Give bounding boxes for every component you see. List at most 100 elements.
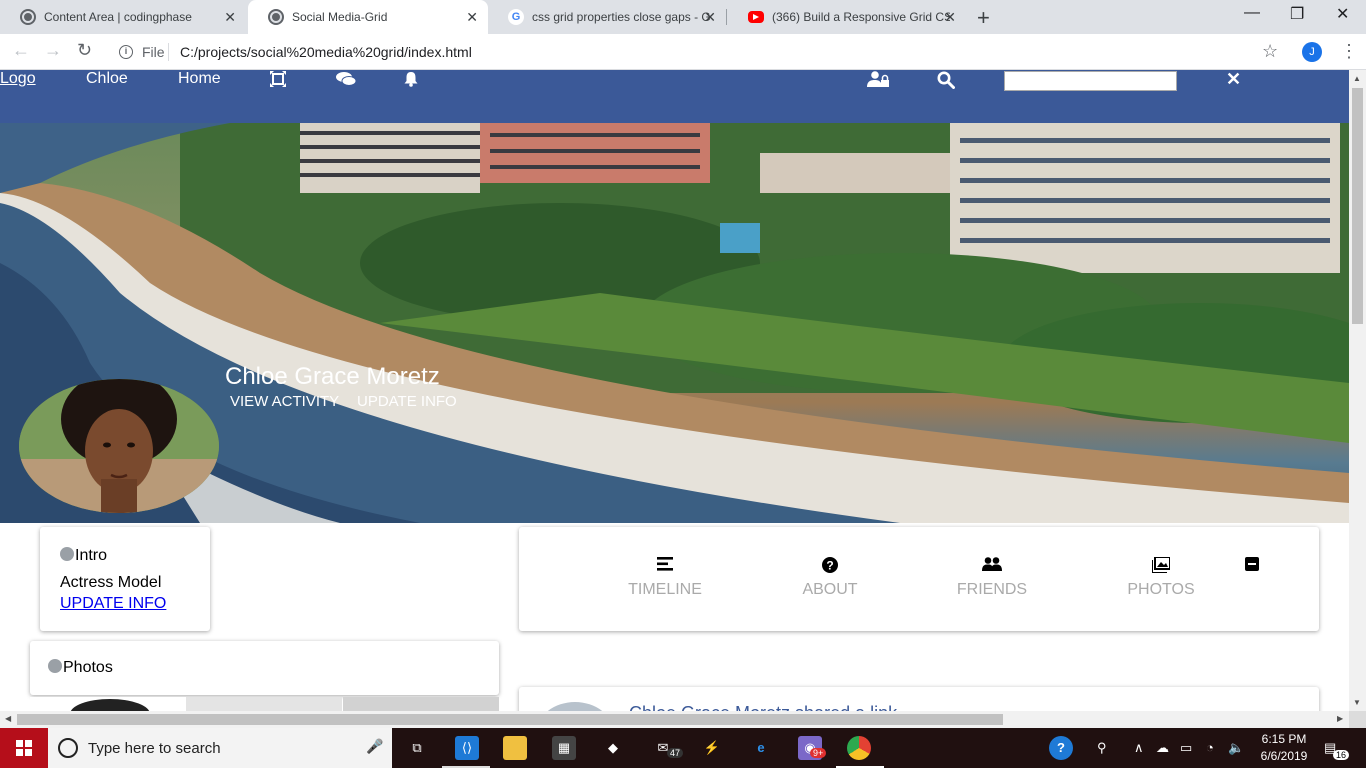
taskbar-search-placeholder: Type here to search <box>88 740 221 757</box>
users-icon <box>932 557 1052 575</box>
tab-label: FRIENDS <box>956 581 1028 598</box>
browser-tab[interactable]: (366) Build a Responsive Grid CSS ✕ <box>728 0 966 34</box>
minus-square-icon[interactable] <box>1245 557 1259 571</box>
scroll-up-icon[interactable]: ▲ <box>1353 74 1361 83</box>
reload-icon[interactable]: ↻ <box>77 40 92 61</box>
profile-name: Chloe Grace Moretz <box>225 363 440 390</box>
forward-icon[interactable]: → <box>44 40 62 61</box>
photos-heading: Photos <box>48 659 113 677</box>
browser-tab-title: (366) Build a Responsive Grid CSS <box>772 10 950 24</box>
close-window-icon[interactable]: ✕ <box>1336 4 1349 24</box>
menu-icon[interactable]: ⋮ <box>1340 41 1358 62</box>
tab-label: TIMELINE <box>628 581 702 598</box>
volume-icon[interactable]: 🔈 <box>1228 740 1244 756</box>
user-lock-icon[interactable] <box>867 71 889 92</box>
profile-avatar[interactable]: J <box>1302 42 1322 62</box>
wifi-icon[interactable]: ◔ <box>1206 740 1214 755</box>
close-tab-icon[interactable]: ✕ <box>704 9 716 26</box>
bell-icon[interactable] <box>403 71 419 92</box>
chat-icon[interactable] <box>336 71 357 92</box>
tab-timeline[interactable]: TIMELINE <box>605 557 725 599</box>
search-input[interactable] <box>1004 71 1177 91</box>
scrollbar-corner <box>1349 711 1366 728</box>
globe-icon <box>20 9 36 25</box>
people-icon[interactable]: ⚲ <box>1097 740 1107 756</box>
minimize-icon[interactable]: — <box>1244 4 1260 22</box>
globe-icon <box>268 9 284 25</box>
url-field[interactable]: C:/projects/social%20media%20grid/index.… <box>180 44 472 60</box>
info-icon[interactable]: i <box>119 45 133 59</box>
battery-icon[interactable]: ▭ <box>1180 740 1192 756</box>
edge-icon[interactable]: e <box>749 736 773 760</box>
expand-icon[interactable] <box>270 71 286 92</box>
close-icon[interactable]: ✕ <box>1226 70 1241 90</box>
close-tab-icon[interactable]: ✕ <box>944 9 956 26</box>
svg-text:?: ? <box>826 559 833 573</box>
update-info-link[interactable]: UPDATE INFO <box>357 393 457 410</box>
profile-tabs-card: TIMELINE ? ABOUT FRIENDS PHOTOS <box>519 527 1319 631</box>
mail-badge: 47 <box>667 748 684 758</box>
scroll-right-icon[interactable]: ▶ <box>1337 714 1343 723</box>
horizontal-scrollbar[interactable]: ◀ ▶ <box>0 711 1349 728</box>
tab-about[interactable]: ? ABOUT <box>770 557 890 599</box>
scroll-left-icon[interactable]: ◀ <box>5 714 11 723</box>
bolt-app-icon[interactable]: ⚡ <box>700 736 724 760</box>
profile-picture[interactable] <box>19 379 219 513</box>
photo-thumbnail[interactable] <box>343 697 499 711</box>
task-view-icon[interactable]: ⧉ <box>405 736 429 760</box>
search-icon[interactable] <box>937 71 955 94</box>
post-avatar[interactable] <box>537 702 613 711</box>
vertical-scrollbar[interactable]: ▲ ▼ <box>1349 70 1366 711</box>
nav-user-link[interactable]: Chloe <box>86 70 128 88</box>
close-tab-icon[interactable]: ✕ <box>466 9 478 26</box>
intro-title: Intro <box>75 547 108 564</box>
clock-time: 6:15 PM <box>1261 732 1307 746</box>
new-tab-button[interactable]: + <box>977 5 990 31</box>
file-label: File <box>142 44 165 60</box>
vscode-icon[interactable]: ⟨⟩ <box>455 736 479 760</box>
store-icon[interactable]: ▦ <box>552 736 576 760</box>
close-tab-icon[interactable]: ✕ <box>224 9 236 26</box>
page-viewport: Logo Chloe Home ✕ Chloe Grace Moretz VIE… <box>0 70 1349 711</box>
intro-card: Intro Actress Model UPDATE INFO <box>40 527 210 631</box>
google-icon: G <box>508 9 524 25</box>
tab-label: PHOTOS <box>1127 581 1195 598</box>
question-icon: ? <box>770 557 890 575</box>
help-icon[interactable]: ? <box>1049 736 1073 760</box>
nav-home-link[interactable]: Home <box>178 70 221 88</box>
tab-photos[interactable]: PHOTOS <box>1101 556 1221 599</box>
post-header-text[interactable]: Chloe Grace Moretz shared a link <box>629 703 897 711</box>
start-button[interactable] <box>0 728 48 768</box>
discord-badge: 9+ <box>810 748 827 758</box>
photo-thumbnail[interactable] <box>30 697 186 711</box>
logo-link[interactable]: Logo <box>0 70 36 88</box>
scroll-down-icon[interactable]: ▼ <box>1353 698 1361 707</box>
star-icon[interactable]: ☆ <box>1262 41 1278 62</box>
globe-icon <box>48 659 62 673</box>
browser-tab[interactable]: G css grid properties close gaps - G ✕ <box>488 0 726 34</box>
view-activity-link[interactable]: VIEW ACTIVITY <box>230 393 339 410</box>
browser-tab[interactable]: Content Area | codingphase ✕ <box>0 0 246 34</box>
chrome-icon[interactable] <box>847 736 871 760</box>
onedrive-icon[interactable]: ☁ <box>1156 740 1169 756</box>
restore-icon[interactable]: ❐ <box>1290 4 1304 24</box>
microphone-icon[interactable]: 🎤 <box>366 738 383 755</box>
back-icon[interactable]: ← <box>12 40 30 61</box>
file-explorer-icon[interactable] <box>503 736 527 760</box>
post-card: Chloe Grace Moretz shared a link <box>519 687 1319 711</box>
photo-thumbnail[interactable] <box>186 697 342 711</box>
scrollbar-thumb[interactable] <box>1352 88 1363 324</box>
taskbar-clock[interactable]: 6:15 PM 6/6/2019 <box>1254 731 1314 765</box>
windows-icon <box>16 740 32 756</box>
chevron-up-icon[interactable]: ∧ <box>1134 740 1144 756</box>
taskbar-search[interactable]: Type here to search 🎤 <box>48 728 392 768</box>
tab-friends[interactable]: FRIENDS <box>932 557 1052 599</box>
scrollbar-thumb[interactable] <box>17 714 1003 725</box>
dropbox-icon[interactable]: ◆ <box>601 736 625 760</box>
globe-icon <box>60 547 74 561</box>
intro-update-info-link[interactable]: UPDATE INFO <box>60 595 166 613</box>
youtube-icon <box>748 11 764 23</box>
browser-tab-active[interactable]: Social Media-Grid ✕ <box>248 0 488 34</box>
list-icon <box>605 557 725 575</box>
browser-tab-title: css grid properties close gaps - G <box>532 10 710 24</box>
